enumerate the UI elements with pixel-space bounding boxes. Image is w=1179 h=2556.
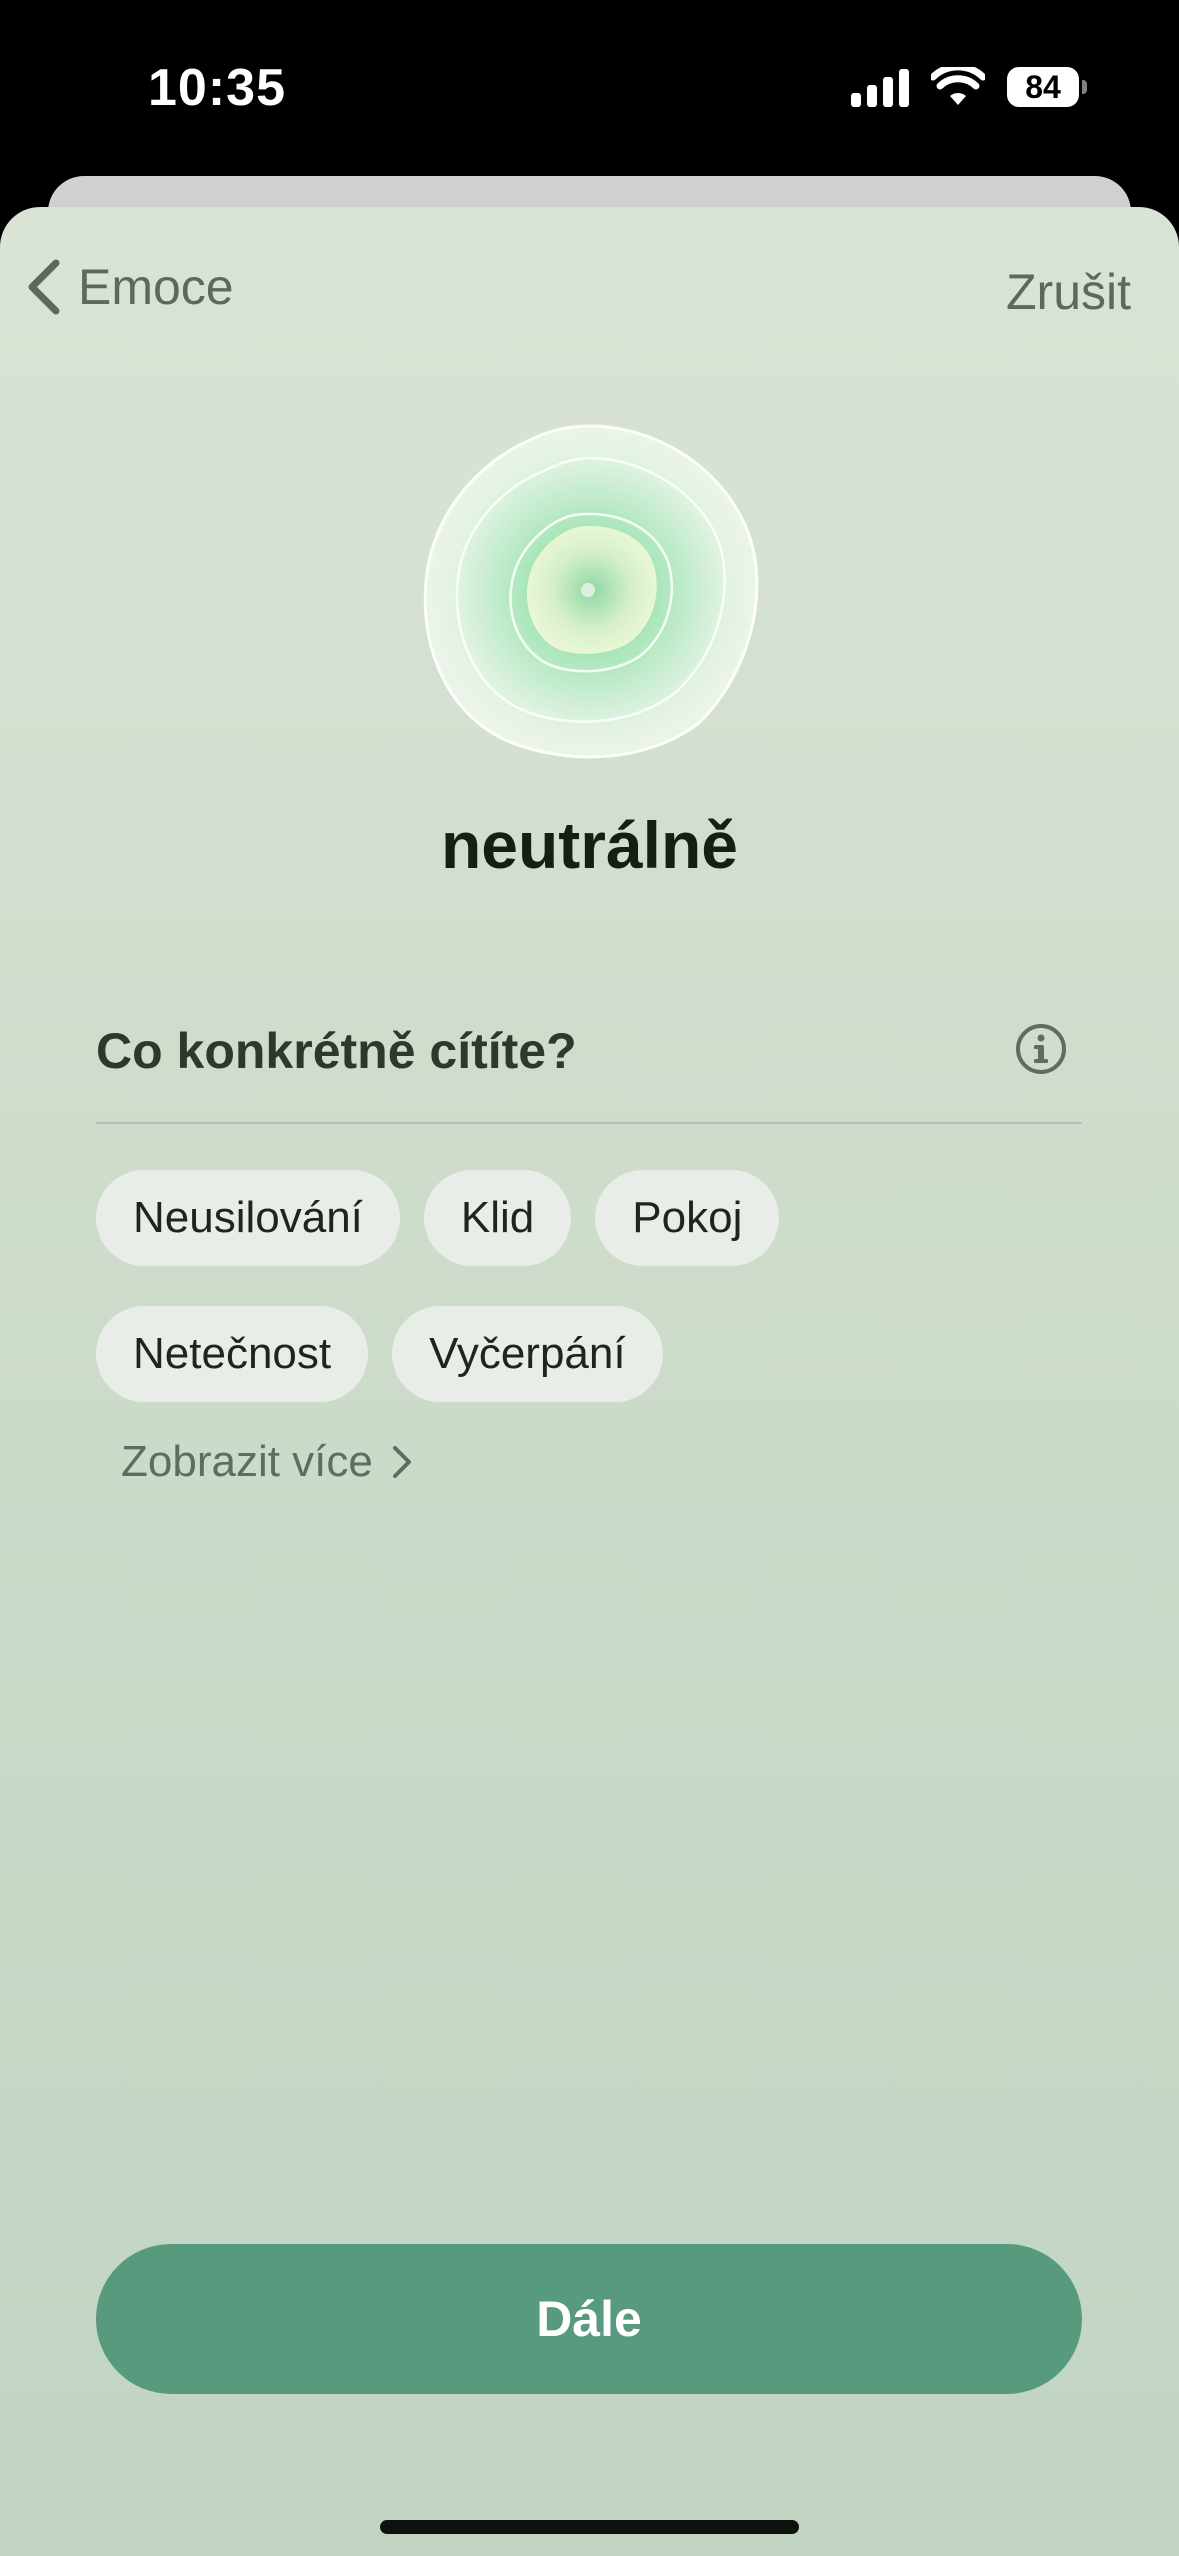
next-button[interactable]: Dále bbox=[96, 2244, 1082, 2394]
back-button[interactable]: Emoce bbox=[22, 257, 234, 317]
chip-row: Neusilování Klid Pokoj bbox=[96, 1170, 1096, 1266]
chevron-left-icon bbox=[28, 259, 60, 315]
chip-klid[interactable]: Klid bbox=[423, 1170, 572, 1266]
home-indicator bbox=[380, 2520, 799, 2534]
cellular-signal-icon bbox=[851, 67, 909, 107]
cancel-button[interactable]: Zrušit bbox=[1006, 263, 1131, 321]
chip-pokoj[interactable]: Pokoj bbox=[595, 1170, 780, 1266]
emotion-sheet: Emoce Zrušit neutrálně Co konkrétně cítí… bbox=[0, 207, 1179, 2556]
status-icons: 84 bbox=[851, 62, 1087, 112]
chip-neusilovani[interactable]: Neusilování bbox=[96, 1170, 400, 1266]
battery-level: 84 bbox=[1025, 68, 1061, 105]
chip-row: Netečnost Vyčerpání bbox=[96, 1306, 1096, 1402]
emotion-chips: Neusilování Klid Pokoj Netečnost Vyčerpá… bbox=[96, 1170, 1096, 1442]
show-more-link[interactable]: Zobrazit více bbox=[121, 1437, 413, 1487]
question-label: Co konkrétně cítíte? bbox=[96, 1023, 577, 1079]
chip-netecnost[interactable]: Netečnost bbox=[96, 1306, 369, 1402]
chevron-right-icon bbox=[392, 1446, 411, 1478]
battery-icon: 84 bbox=[1007, 67, 1087, 107]
wifi-icon bbox=[931, 67, 985, 105]
info-icon[interactable] bbox=[1014, 1022, 1068, 1076]
status-bar: 10:35 84 bbox=[0, 0, 1179, 175]
show-more-label: Zobrazit více bbox=[121, 1437, 373, 1486]
emotion-orb-icon bbox=[423, 424, 759, 759]
back-label: Emoce bbox=[78, 259, 234, 315]
screen: 10:35 84 Emoce Zrušit neutrálně Co konkr… bbox=[0, 0, 1179, 2556]
chip-vycerpani[interactable]: Vyčerpání bbox=[392, 1306, 663, 1402]
emotion-title: neutrálně bbox=[440, 808, 739, 882]
status-time: 10:35 bbox=[148, 59, 286, 117]
question-row: Co konkrétně cítíte? bbox=[96, 1022, 1082, 1124]
